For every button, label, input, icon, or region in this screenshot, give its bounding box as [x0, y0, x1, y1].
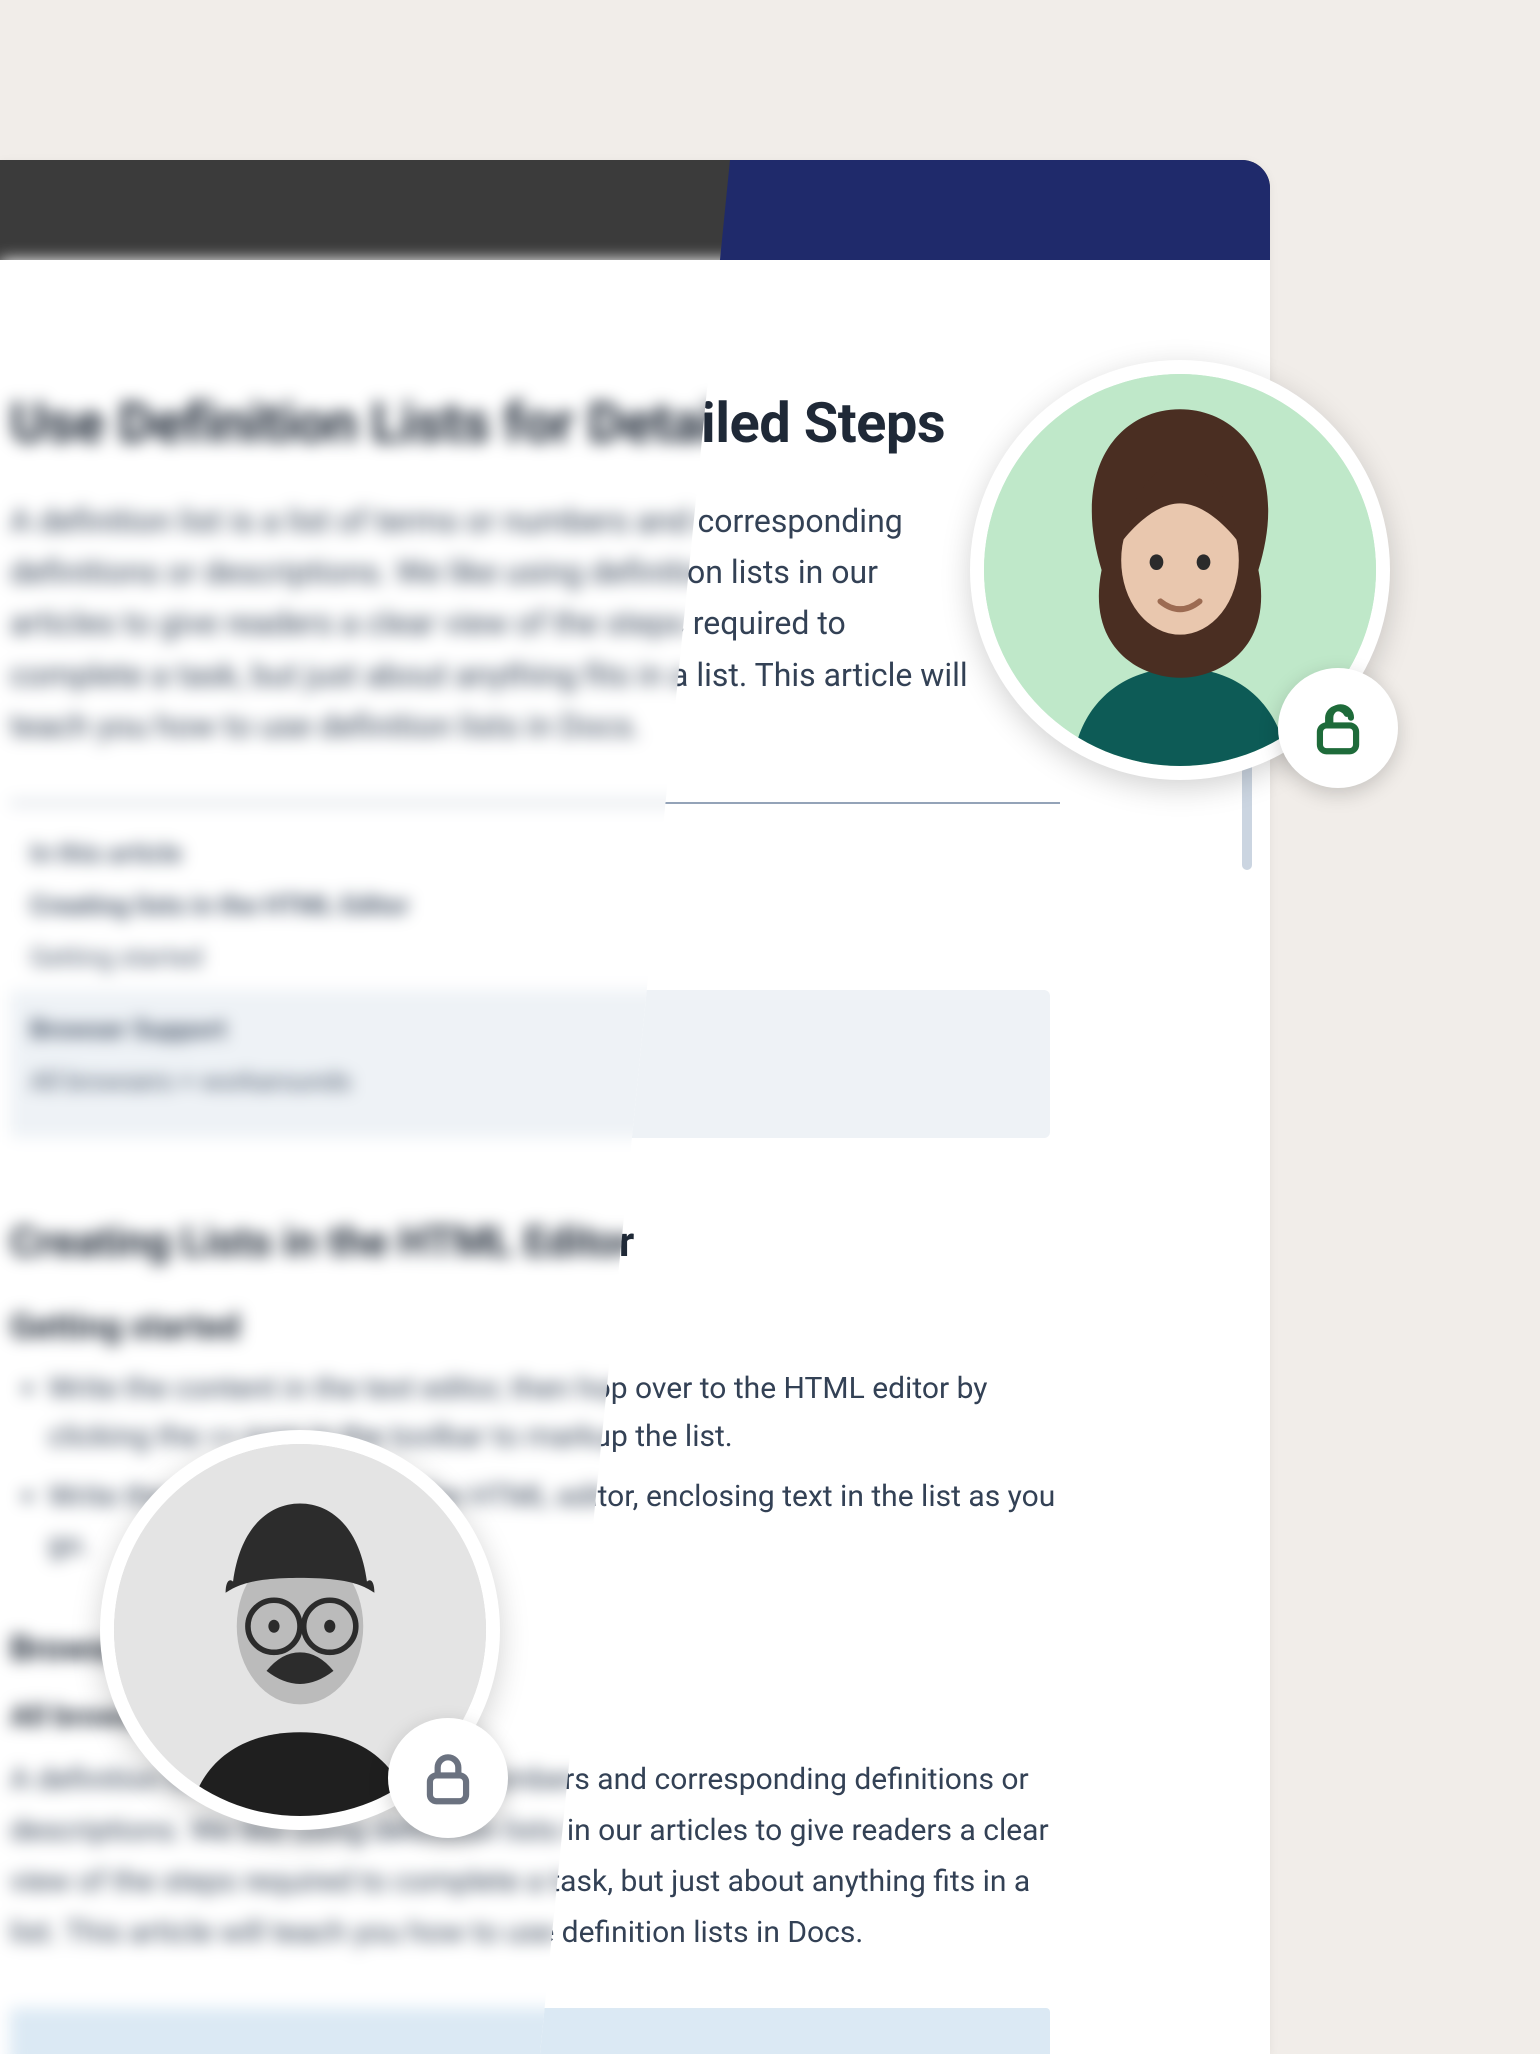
- lock-badge: [388, 1718, 508, 1838]
- unlock-icon: [1307, 697, 1369, 759]
- lock-icon: [417, 1747, 479, 1809]
- unlock-badge: [1278, 668, 1398, 788]
- collaborator-avatar-unlocked: [970, 360, 1390, 780]
- collaborator-avatar-locked: [100, 1430, 500, 1830]
